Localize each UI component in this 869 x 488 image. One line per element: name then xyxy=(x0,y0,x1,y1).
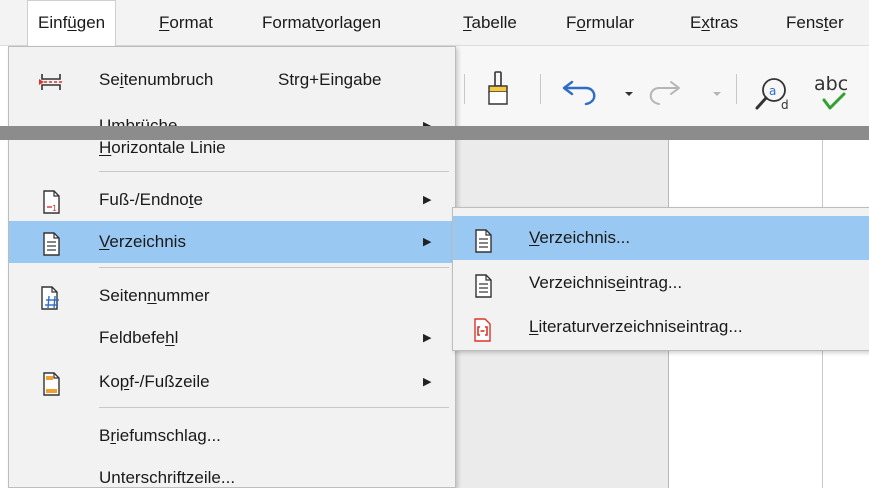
svg-text:1: 1 xyxy=(52,204,57,213)
submenu-arrow-icon: ▶ xyxy=(423,194,432,206)
submenu-arrow-icon: ▶ xyxy=(423,332,432,344)
svg-text:d: d xyxy=(781,98,789,112)
menu-item-fuss-endnote[interactable]: 1 Fuß-/Endnote ▶ xyxy=(9,179,455,221)
toolbar-divider-bar xyxy=(0,126,869,140)
menu-item-feldbefehl[interactable]: Feldbefehl ▶ xyxy=(9,317,455,359)
menu-fenster[interactable]: Fenster xyxy=(776,0,854,46)
menu-separator xyxy=(99,171,449,172)
submenu-arrow-icon: ▶ xyxy=(423,376,432,388)
undo-dropdown-icon[interactable] xyxy=(624,84,634,96)
menubar: Einfügen Format Formatvorlagen Tabelle F… xyxy=(0,0,869,47)
toolbar-separator xyxy=(464,74,465,104)
menu-tabelle[interactable]: Tabelle xyxy=(453,0,527,46)
menu-separator xyxy=(99,407,449,408)
spelling-icon[interactable]: abc xyxy=(812,68,869,118)
page-number-icon xyxy=(39,284,63,310)
toolbar-separator xyxy=(540,74,541,104)
redo-icon[interactable] xyxy=(643,76,683,108)
menu-extras[interactable]: Extras xyxy=(680,0,748,46)
undo-icon[interactable] xyxy=(560,72,604,108)
find-replace-icon[interactable]: a d xyxy=(754,74,794,114)
clone-formatting-icon[interactable] xyxy=(485,70,513,108)
svg-text:a: a xyxy=(769,84,776,98)
table-of-contents-icon xyxy=(39,230,63,256)
menu-item-seitennummer[interactable]: Seitennummer xyxy=(9,275,455,317)
menu-item-briefumschlag[interactable]: Briefumschlag... xyxy=(9,415,455,457)
bibliography-entry-icon xyxy=(471,315,495,342)
submenu-arrow-icon: ▶ xyxy=(423,236,432,248)
redo-dropdown-icon[interactable] xyxy=(712,84,722,96)
menu-formatvorlagen[interactable]: Formatvorlagen xyxy=(252,0,391,46)
menu-format[interactable]: Format xyxy=(149,0,223,46)
verzeichnis-submenu: Verzeichnis... Verzeichniseintrag... Lit… xyxy=(452,207,869,351)
submenu-item-verzeichnis[interactable]: Verzeichnis... xyxy=(453,216,869,260)
header-footer-icon xyxy=(39,370,63,396)
page-break-icon xyxy=(39,68,63,92)
toolbar-separator xyxy=(736,74,737,104)
footnote-icon: 1 xyxy=(39,188,63,214)
menu-formular[interactable]: Formular xyxy=(556,0,644,46)
insert-menu: Seitenumbruch Strg+Eingabe Umbrüche ▶ Ho… xyxy=(8,46,456,488)
menu-item-unterschriftzeile[interactable]: Unterschriftzeile... xyxy=(9,457,455,488)
spelling-icon-text: abc xyxy=(814,73,848,95)
menu-separator xyxy=(99,267,449,268)
submenu-item-verzeichniseintrag[interactable]: Verzeichniseintrag... xyxy=(453,261,869,305)
index-entry-icon xyxy=(471,271,495,298)
table-of-contents-icon xyxy=(471,226,495,253)
shortcut-label: Strg+Eingabe xyxy=(278,70,382,89)
menu-einfuegen[interactable]: Einfügen xyxy=(27,0,117,47)
menu-item-kopf-fusszeile[interactable]: Kopf-/Fußzeile ▶ xyxy=(9,361,455,403)
submenu-item-literaturverzeichniseintrag[interactable]: Literaturverzeichniseintrag... xyxy=(453,305,869,349)
menu-item-seitenumbruch[interactable]: Seitenumbruch Strg+Eingabe xyxy=(9,59,455,101)
menu-item-verzeichnis[interactable]: Verzeichnis ▶ xyxy=(9,221,455,263)
